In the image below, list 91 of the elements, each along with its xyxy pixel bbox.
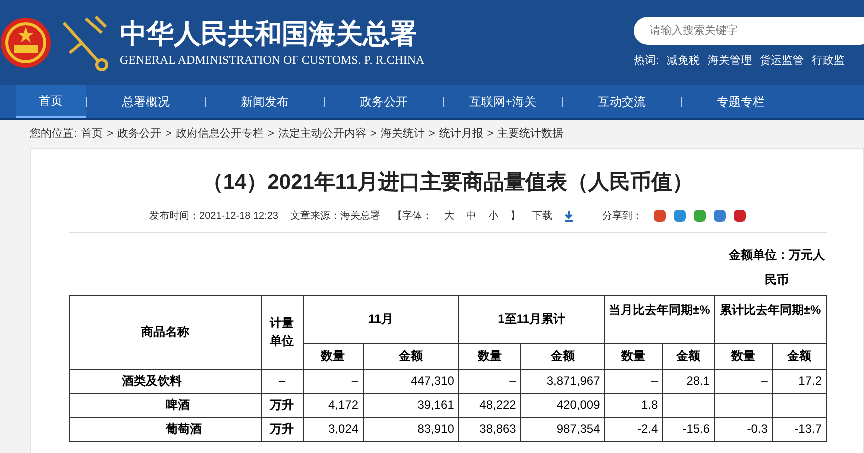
table-cell: 38,863 [458,417,521,441]
article-source: 文章来源：海关总署 [290,210,380,224]
column-header: 数量 [604,343,663,369]
breadcrumb-link[interactable]: 统计月报 [439,126,484,142]
column-header: 累计比去年同期±% [714,295,826,343]
column-header: 11月 [303,295,459,343]
publish-time: 发布时间：2021-12-18 12:23 [150,210,278,224]
emblem-icon [0,16,52,68]
column-header: 金额 [363,343,459,369]
share-label: 分享到： [602,210,642,224]
font-size-link[interactable]: 大 [444,208,454,224]
table-cell: -13.7 [772,417,826,441]
table-cell: 酒类及饮料 [70,369,262,393]
hot-word-link[interactable]: 货运监管 [760,53,804,70]
breadcrumb-link[interactable]: 首页 [81,126,104,142]
download-icon[interactable] [564,210,574,222]
breadcrumb-separator: > [428,126,436,142]
table-cell [662,393,715,417]
column-header: 金额 [772,343,826,369]
site-subtitle: GENERAL ADMINISTRATION OF CUSTOMS. P. R.CHINA [120,52,425,68]
column-header: 数量 [303,343,364,369]
table-cell: 4,172 [303,393,364,417]
table-cell: 万升 [261,417,304,441]
hot-words-label: 热词: [634,54,660,69]
download-link[interactable]: 下载 [532,208,552,224]
table-cell: – [458,369,521,393]
column-header: 1至11月累计 [458,295,605,343]
table-cell [772,393,826,417]
breadcrumb-separator: > [487,126,494,142]
table-cell: 447,310 [363,369,459,393]
breadcrumb-link[interactable]: 法定主动公开内容 [278,126,366,142]
column-header: 金额 [662,343,715,369]
nav-tab[interactable]: 互联网+海关 [444,85,562,118]
hot-word-link[interactable]: 海关管理 [708,53,752,70]
table-cell: -15.6 [662,417,715,441]
table-cell: 3,871,967 [520,369,605,393]
table-cell: -2.4 [604,417,663,441]
column-header: 数量 [714,343,772,369]
table-cell: 987,354 [520,417,605,441]
table-cell: 28.1 [662,369,715,393]
table-cell: 万升 [261,393,304,417]
share-icon[interactable] [734,210,746,222]
column-header: 金额 [520,343,605,369]
column-header: 商品名称 [70,295,262,369]
search-field[interactable]: 请输入搜索关键字 [634,17,864,45]
column-header: 计量单位 [261,295,304,369]
table-cell [714,393,772,417]
column-header: 当月比去年同期±% [604,295,715,343]
breadcrumb-link[interactable]: 政务公开 [118,126,162,142]
breadcrumb-link[interactable]: 主要统计数据 [498,126,564,142]
nav-tab[interactable]: 政务公开 [325,85,443,118]
breadcrumb-label: 您的位置: [30,126,78,142]
table-cell: 17.2 [772,369,826,393]
unit-note: 金额单位：万元人民币 [728,246,826,288]
share-icon[interactable] [694,210,706,222]
share-icon[interactable] [654,210,666,222]
column-header: 数量 [458,343,521,369]
table-cell: -0.3 [714,417,772,441]
hot-word-link[interactable]: 减免税 [667,53,700,70]
site-title: 中华人民共和国海关总署 [120,18,418,52]
table-cell: 3,024 [303,417,364,441]
font-size-bracket: 】 [510,210,520,224]
table-cell: 葡萄酒 [70,417,262,441]
font-size-label: 【字体： [392,210,432,224]
breadcrumb-separator: > [268,126,274,142]
share-icon[interactable] [674,210,686,222]
table-cell: – [604,369,663,393]
nav-tab[interactable]: 总署概况 [87,85,205,118]
table-cell: 83,910 [363,417,459,441]
breadcrumb-link[interactable]: 海关统计 [380,126,425,142]
table-cell: 1.8 [604,393,663,417]
nav-tab[interactable]: 首页 [16,85,86,118]
nav-tab[interactable]: 互动交流 [563,85,681,118]
breadcrumb-separator: > [166,126,172,142]
font-size-link[interactable]: 小 [488,208,498,224]
table-cell: – [261,369,304,393]
table-cell: 啤酒 [70,393,262,417]
breadcrumb-separator: > [107,126,114,142]
nav-tab[interactable]: 新闻发布 [206,85,324,118]
breadcrumb-separator: > [370,126,377,142]
hot-word-link[interactable]: 行政监 [812,53,846,70]
table-cell: – [714,369,772,393]
table-cell: 39,161 [363,393,459,417]
table-cell: 48,222 [458,393,521,417]
table-cell: – [303,369,364,393]
share-icon[interactable] [714,210,726,222]
nav-tab[interactable]: 专题专栏 [682,85,800,118]
article-title: （14）2021年11月进口主要商品量值表（人民币值） [201,170,695,196]
breadcrumb-link[interactable]: 政府信息公开专栏 [176,126,264,142]
font-size-link[interactable]: 中 [466,208,476,224]
table-cell: 420,009 [520,393,605,417]
